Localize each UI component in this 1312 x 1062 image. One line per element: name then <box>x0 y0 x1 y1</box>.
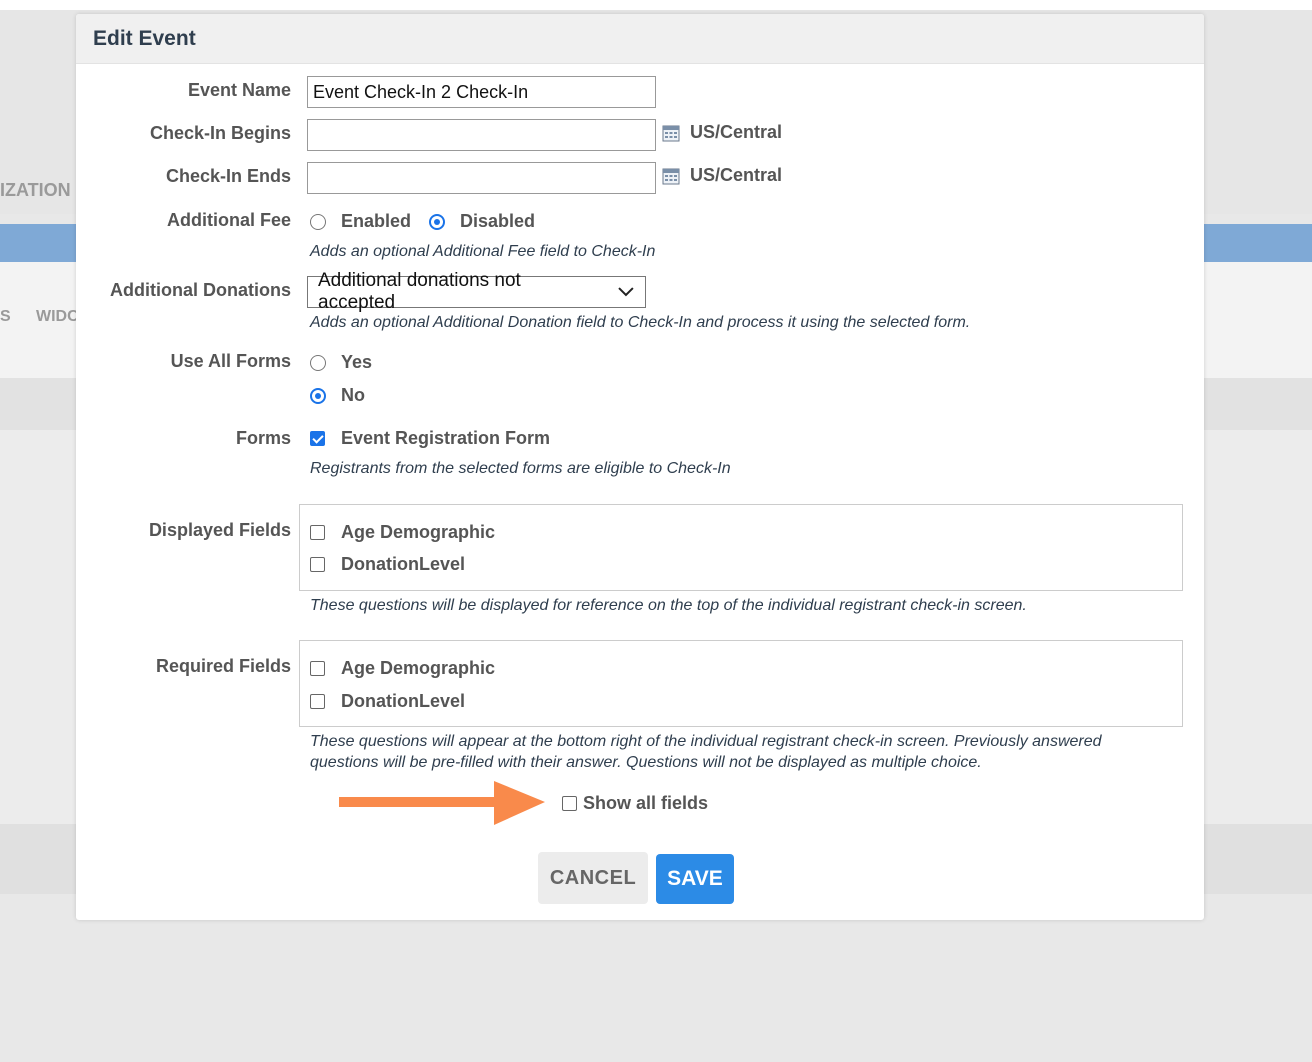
additional-fee-label: Additional Fee <box>166 210 291 230</box>
radio-label: Enabled <box>341 211 412 231</box>
show-all-fields-option[interactable]: Show all fields <box>562 793 708 814</box>
checkin-ends-timezone: US/Central <box>662 165 782 186</box>
form-checkbox-event-registration[interactable]: Event Registration Form <box>310 428 550 449</box>
additional-fee-disabled-option[interactable]: Disabled <box>429 211 535 232</box>
checkin-begins-label: Check-In Begins <box>149 123 291 143</box>
displayed-fields-help: These questions will be displayed for re… <box>310 597 1027 614</box>
displayed-field-age-demographic[interactable]: Age Demographic <box>310 522 495 543</box>
radio-button[interactable] <box>310 354 326 371</box>
radio-label: Disabled <box>460 211 536 231</box>
checkbox-label: Age Demographic <box>341 522 496 542</box>
checkbox[interactable] <box>310 557 325 572</box>
checkbox[interactable] <box>310 694 325 709</box>
checkbox-label: Age Demographic <box>341 658 496 678</box>
event-name-input[interactable] <box>307 76 656 108</box>
use-all-forms-yes-option[interactable]: Yes <box>310 352 372 373</box>
save-button[interactable]: SAVE <box>656 854 734 904</box>
calendar-icon[interactable] <box>662 124 680 142</box>
additional-donations-select[interactable]: Additional donations not accepted <box>307 270 646 313</box>
checkin-begins-input[interactable] <box>307 119 656 151</box>
required-fields-label: Required Fields <box>155 656 291 676</box>
dialog-title: Edit Event <box>93 26 196 50</box>
checkin-begins-timezone: US/Central <box>662 122 782 143</box>
required-field-age-demographic[interactable]: Age Demographic <box>310 658 495 679</box>
background-top <box>0 0 1312 10</box>
radio-button[interactable] <box>310 213 326 230</box>
displayed-fields-label: Displayed Fields <box>148 520 291 540</box>
use-all-forms-no-option[interactable]: No <box>310 385 365 406</box>
checkin-ends-label: Check-In Ends <box>165 166 291 186</box>
checkin-ends-input[interactable] <box>307 162 656 194</box>
radio-label: No <box>341 385 365 405</box>
checkbox[interactable] <box>562 796 577 811</box>
forms-label: Forms <box>235 428 291 448</box>
additional-donations-label: Additional Donations <box>110 280 291 300</box>
use-all-forms-label: Use All Forms <box>170 351 291 371</box>
checkbox-checked[interactable] <box>310 431 325 446</box>
radio-button-selected[interactable] <box>429 213 445 230</box>
radio-button-selected[interactable] <box>310 387 326 404</box>
checkbox-label: DonationLevel <box>341 554 466 574</box>
required-fields-box <box>299 640 1183 727</box>
dialog-header: Edit Event <box>76 14 1204 64</box>
calendar-icon[interactable] <box>662 167 680 185</box>
displayed-field-donation-level[interactable]: DonationLevel <box>310 554 465 575</box>
checkbox-label: Event Registration Form <box>341 428 551 448</box>
required-fields-help-line-1: These questions will appear at the botto… <box>310 733 1102 750</box>
orange-arrow-annotation <box>339 781 545 825</box>
edit-event-dialog: Edit Event Event Name Check-In Begins US… <box>76 14 1204 920</box>
timezone-text: US/Central <box>690 165 783 185</box>
chevron-down-icon <box>618 287 634 297</box>
additional-fee-help: Adds an optional Additional Fee field to… <box>310 243 656 260</box>
select-value: Additional donations not accepted <box>318 270 521 313</box>
additional-donations-help: Adds an optional Additional Donation fie… <box>310 314 971 331</box>
checkbox[interactable] <box>310 661 325 676</box>
forms-help: Registrants from the selected forms are … <box>310 460 731 477</box>
required-field-donation-level[interactable]: DonationLevel <box>310 691 465 712</box>
radio-label: Yes <box>341 352 373 372</box>
additional-fee-enabled-option[interactable]: Enabled <box>310 211 411 232</box>
timezone-text: US/Central <box>690 122 783 142</box>
cancel-button[interactable]: CANCEL <box>538 852 648 904</box>
required-fields-help-line-2: questions will be pre-filled with their … <box>310 754 982 771</box>
background-tab-widgets: WIDC <box>36 308 79 325</box>
displayed-fields-box <box>299 504 1183 591</box>
checkbox-label: DonationLevel <box>341 691 466 711</box>
event-name-label: Event Name <box>187 80 291 100</box>
background-nav-label: IZATION <box>0 180 71 200</box>
checkbox[interactable] <box>310 525 325 540</box>
checkbox-label: Show all fields <box>583 793 709 813</box>
background-tab-label: S <box>0 308 11 325</box>
